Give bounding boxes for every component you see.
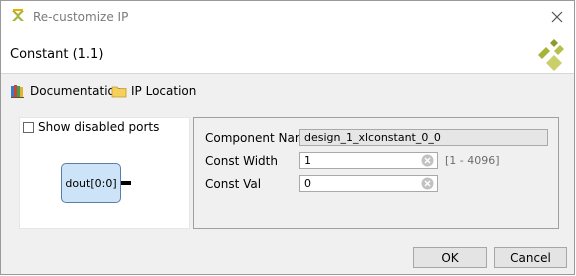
xilinx-icon <box>12 9 24 21</box>
const-width-range: [1 - 4096] <box>445 154 500 167</box>
ip-symbol-block: dout[0:0] <box>61 163 121 203</box>
documentation-link[interactable]: Documentation <box>10 81 123 101</box>
ip-location-link[interactable]: IP Location <box>111 81 196 101</box>
show-disabled-ports-toggle[interactable]: Show disabled ports <box>23 120 159 134</box>
component-name-label: Component Name <box>205 131 314 145</box>
show-disabled-ports-checkbox[interactable] <box>23 121 34 133</box>
ip-name-title: Constant (1.1) <box>10 47 104 62</box>
component-name-field[interactable]: design_1_xlconstant_0_0 <box>299 129 548 146</box>
show-disabled-ports-label: Show disabled ports <box>38 120 160 134</box>
documentation-label: Documentation <box>30 84 123 98</box>
xilinx-logo <box>538 39 564 71</box>
const-val-label: Const Val <box>205 177 262 191</box>
port-label: dout[0:0] <box>65 176 117 190</box>
folder-icon <box>111 86 127 98</box>
cancel-button[interactable]: Cancel <box>494 247 567 268</box>
close-icon[interactable] <box>549 9 565 25</box>
clear-icon[interactable] <box>421 177 434 190</box>
window-title: Re-customize IP <box>33 10 129 24</box>
ip-location-label: IP Location <box>131 84 197 98</box>
books-icon <box>11 85 24 98</box>
const-width-field[interactable]: 1 <box>299 152 438 169</box>
const-width-label: Const Width <box>205 154 278 168</box>
const-val-field[interactable]: 0 <box>299 175 438 192</box>
output-port <box>121 181 131 185</box>
clear-icon[interactable] <box>421 154 434 167</box>
ok-button[interactable]: OK <box>413 247 487 268</box>
